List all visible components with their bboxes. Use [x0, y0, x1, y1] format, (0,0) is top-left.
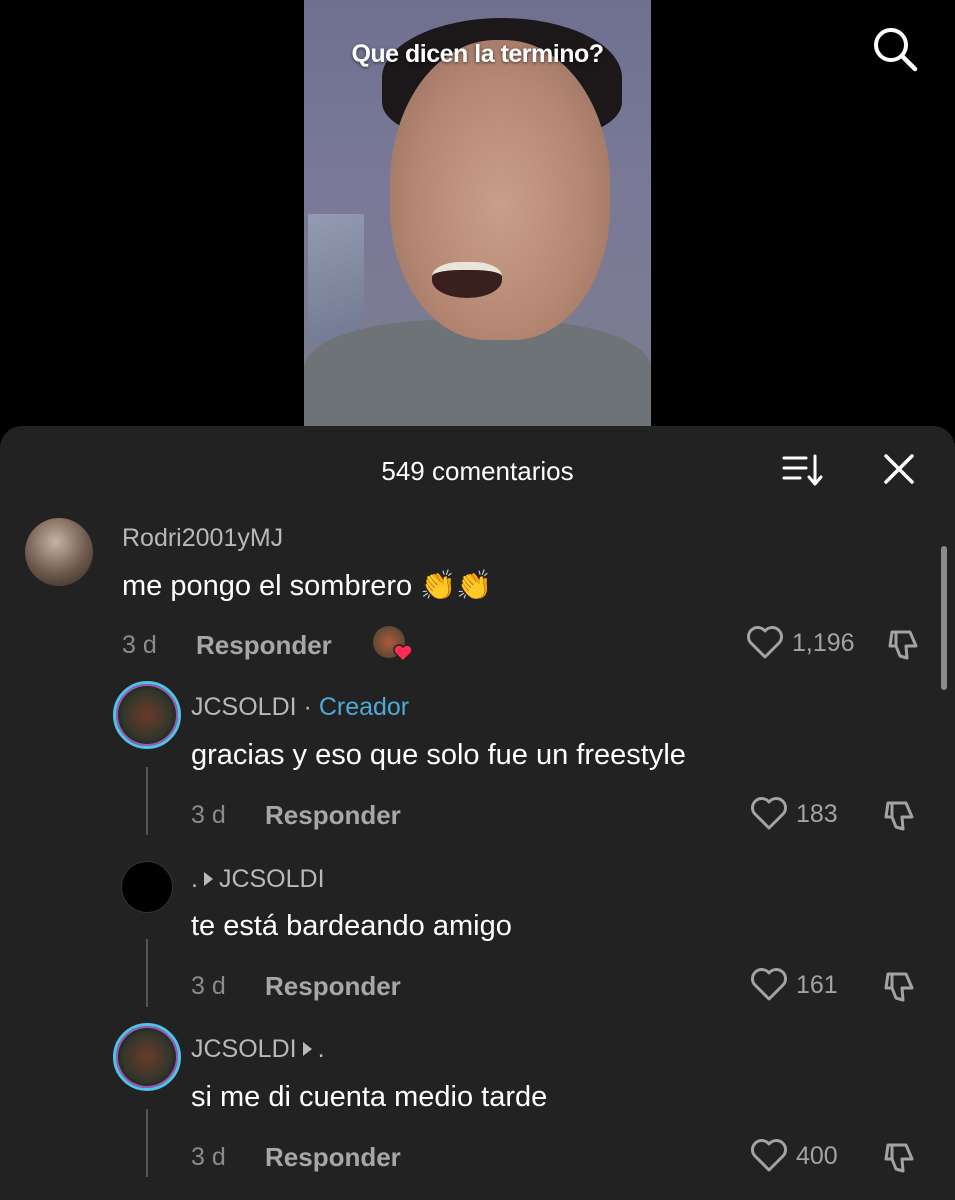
comment-username[interactable]: JCSOLDI · Creador	[191, 693, 409, 722]
thread-line	[146, 939, 148, 1007]
comment-item: Rodri2001yMJ me pongo el sombrero 👏👏 3 d…	[0, 426, 955, 686]
username-text: JCSOLDI	[191, 693, 297, 721]
like-count: 1,196	[792, 628, 855, 657]
like-button[interactable]: 183	[750, 797, 838, 831]
comment-username[interactable]: . JCSOLDI	[191, 865, 325, 894]
search-icon[interactable]	[870, 24, 920, 74]
video-background-frame	[308, 214, 364, 344]
like-count: 161	[796, 970, 838, 999]
like-button[interactable]: 1,196	[746, 626, 855, 660]
like-count: 400	[796, 1141, 838, 1170]
comment-time: 3 d	[191, 972, 226, 1000]
username-text: JCSOLDI	[191, 1035, 297, 1063]
comment-username[interactable]: JCSOLDI.	[191, 1035, 325, 1064]
avatar[interactable]	[25, 518, 93, 586]
comment-text: gracias y eso que solo fue un freestyle	[191, 739, 686, 771]
heart-icon	[393, 644, 413, 662]
avatar[interactable]	[121, 861, 173, 913]
like-count: 183	[796, 799, 838, 828]
video-person-mouth	[432, 262, 502, 298]
heart-outline-icon	[751, 1139, 787, 1172]
heart-outline-icon	[751, 968, 787, 1001]
reply-button[interactable]: Responder	[265, 1142, 401, 1173]
comment-text: te está bardeando amigo	[191, 910, 512, 942]
comments-sheet: 549 comentarios Rodri2001yMJ me pongo el…	[0, 426, 955, 1200]
comment-reply-item: . JCSOLDI te está bardeando amigo 3 d Res…	[0, 861, 955, 1031]
heart-outline-icon	[751, 797, 787, 830]
dislike-icon[interactable]	[880, 1139, 918, 1182]
comment-reply-item: JCSOLDI. si me di cuenta medio tarde 3 d…	[0, 1023, 955, 1200]
comment-time: 3 d	[191, 801, 226, 829]
heart-outline-icon	[747, 626, 783, 659]
comment-reply-item: JCSOLDI · Creador gracias y eso que solo…	[0, 681, 955, 851]
like-button[interactable]: 400	[750, 1139, 838, 1173]
reply-button[interactable]: Responder	[196, 630, 332, 661]
reply-to-username[interactable]: JCSOLDI	[219, 865, 325, 893]
dislike-icon[interactable]	[884, 626, 922, 669]
dislike-icon[interactable]	[880, 797, 918, 840]
comment-username[interactable]: Rodri2001yMJ	[122, 524, 283, 553]
reply-button[interactable]: Responder	[265, 800, 401, 831]
creator-avatar[interactable]	[113, 1023, 181, 1091]
reply-button[interactable]: Responder	[265, 971, 401, 1002]
video-person-face	[390, 40, 610, 340]
reply-arrow-icon	[302, 1042, 312, 1057]
comment-text: me pongo el sombrero 👏👏	[122, 570, 493, 602]
thread-line	[146, 767, 148, 835]
username-text: .	[191, 865, 198, 893]
creator-avatar[interactable]	[113, 681, 181, 749]
thread-line	[146, 1109, 148, 1177]
like-button[interactable]: 161	[750, 968, 838, 1002]
creator-liked-badge	[373, 626, 413, 664]
badge-separator: ·	[296, 693, 319, 721]
reply-to-username[interactable]: .	[318, 1035, 325, 1063]
video-caption: Que dicen la termino?	[351, 40, 604, 68]
creator-badge: Creador	[318, 693, 410, 721]
comment-text: si me di cuenta medio tarde	[191, 1081, 548, 1113]
comment-time: 3 d	[191, 1143, 226, 1171]
comment-time: 3 d	[122, 631, 157, 659]
reply-arrow-icon	[203, 872, 213, 887]
dislike-icon[interactable]	[880, 968, 918, 1011]
